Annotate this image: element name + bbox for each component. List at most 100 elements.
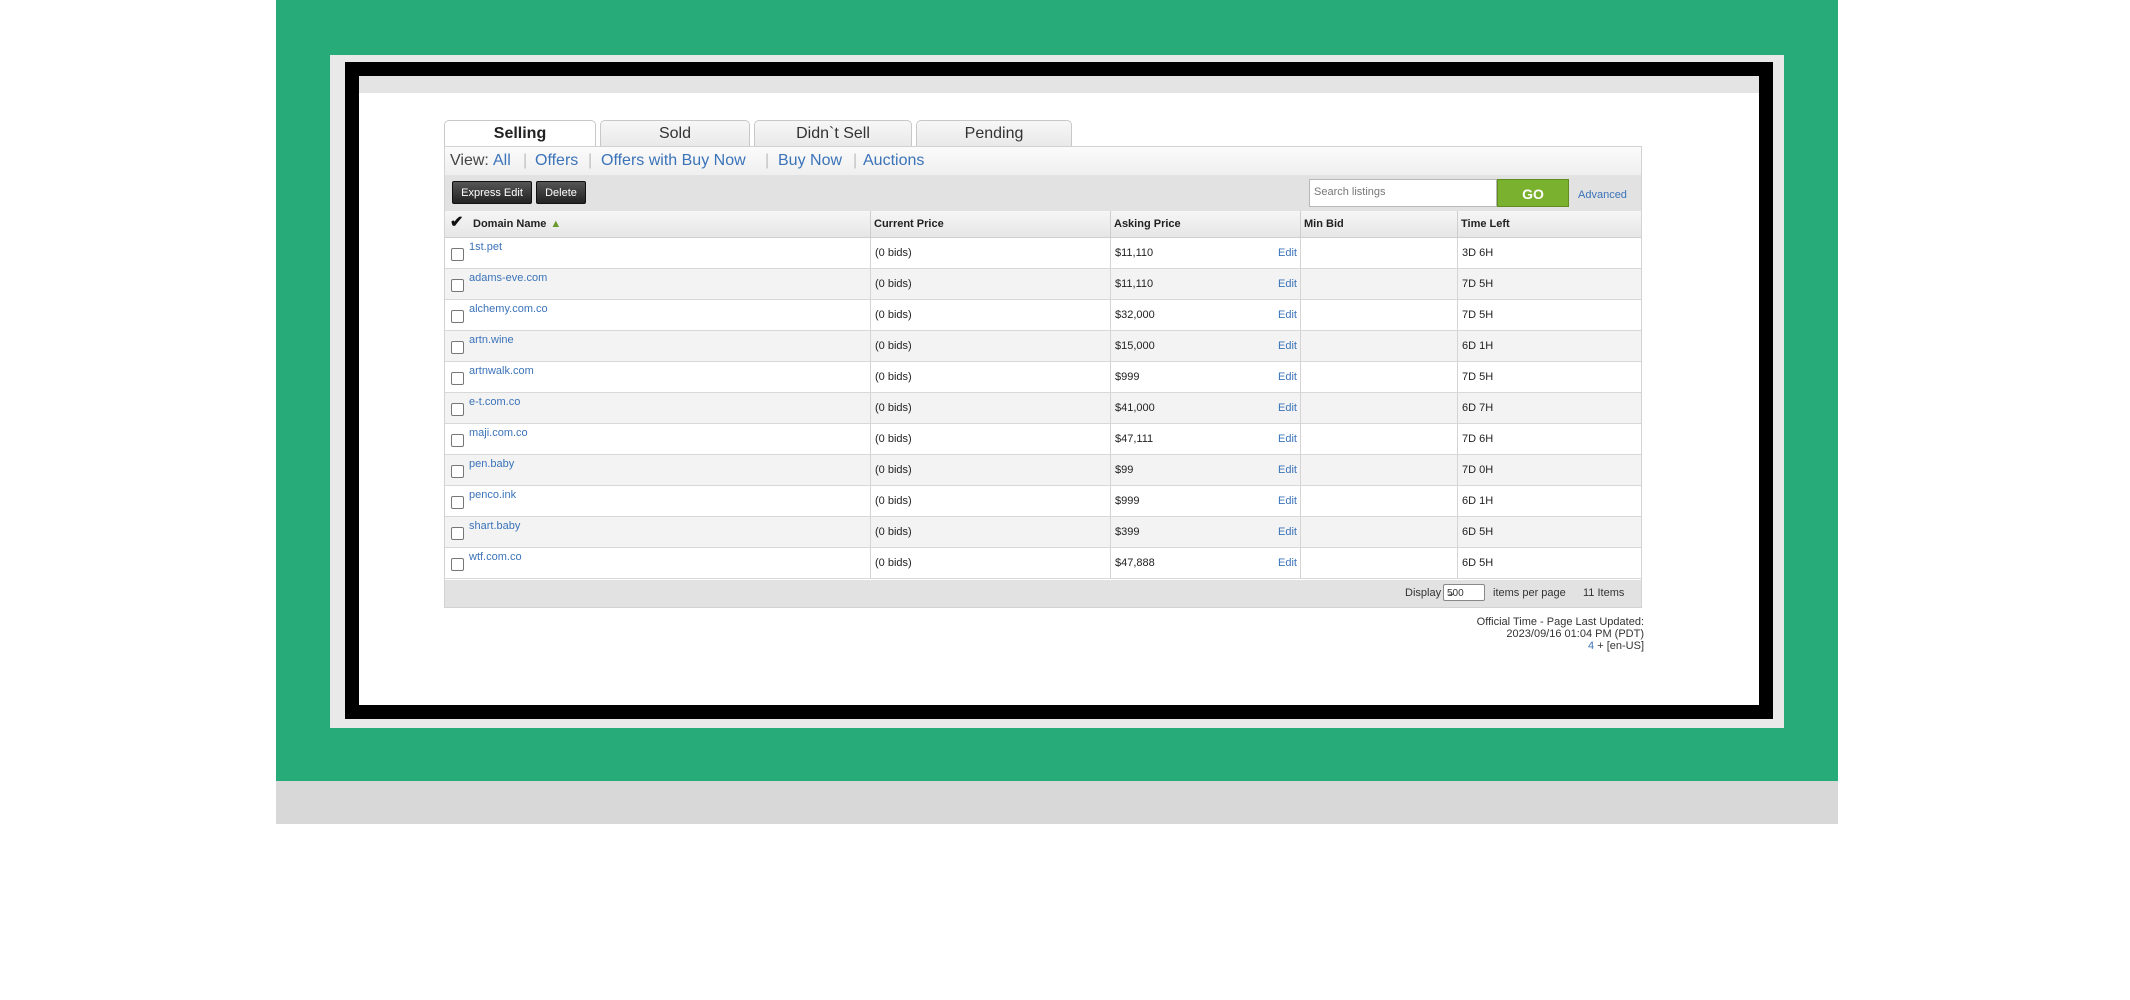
view-buy-now-link[interactable]: Buy Now <box>778 147 842 175</box>
asking-price: $999 <box>1115 371 1140 383</box>
table-row: penco.ink (0 bids) $999 Edit 6D 1H <box>445 486 1641 517</box>
time-left-cell: 6D 5H <box>1457 548 1641 578</box>
divider: | <box>765 152 770 169</box>
min-bid-cell <box>1300 238 1457 268</box>
row-checkbox[interactable] <box>451 403 464 416</box>
bids-text: (0 bids) <box>875 340 912 352</box>
gray-strip <box>276 781 1838 824</box>
view-all-link[interactable]: All <box>493 147 511 175</box>
domain-link[interactable]: shart.baby <box>469 511 520 541</box>
edit-link[interactable]: Edit <box>1278 300 1297 330</box>
time-left-cell: 7D 0H <box>1457 455 1641 485</box>
min-bid-cell <box>1300 331 1457 361</box>
edit-link[interactable]: Edit <box>1278 486 1297 516</box>
domain-link[interactable]: adams-eve.com <box>469 263 547 293</box>
asking-price-cell: $399 Edit <box>1110 517 1300 547</box>
bids-text: (0 bids) <box>875 402 912 414</box>
tab-selling[interactable]: Selling <box>444 120 596 148</box>
current-price-cell: (0 bids) <box>870 517 1110 547</box>
asking-price: $99 <box>1115 464 1134 476</box>
domain-link[interactable]: e-t.com.co <box>469 387 520 417</box>
table-row: shart.baby (0 bids) $399 Edit 6D 5H <box>445 517 1641 548</box>
official-time: Official Time - Page Last Updated: 2023/… <box>1344 616 1644 652</box>
edit-link[interactable]: Edit <box>1278 424 1297 454</box>
tab-sold[interactable]: Sold <box>600 120 750 146</box>
domain-link[interactable]: penco.ink <box>469 480 516 510</box>
table-row: e-t.com.co (0 bids) $41,000 Edit 6D 7H <box>445 393 1641 424</box>
asking-price: $32,000 <box>1115 309 1155 321</box>
time-left-cell: 6D 1H <box>1457 486 1641 516</box>
delete-button[interactable]: Delete <box>536 181 586 204</box>
row-checkbox[interactable] <box>451 558 464 571</box>
express-edit-button[interactable]: Express Edit <box>452 181 532 204</box>
edit-link[interactable]: Edit <box>1278 362 1297 392</box>
edit-link[interactable]: Edit <box>1278 517 1297 547</box>
col-current-price[interactable]: Current Price <box>870 211 1110 237</box>
actions-toolbar: Express Edit Delete Search listings GO A… <box>445 175 1641 211</box>
col-min-bid[interactable]: Min Bid <box>1300 211 1457 237</box>
col-time-left[interactable]: Time Left <box>1457 211 1641 237</box>
domain-link[interactable]: artnwalk.com <box>469 356 534 386</box>
asking-price-cell: $999 Edit <box>1110 362 1300 392</box>
table-header: ✔ Domain Name ▲ Current Price Asking Pric… <box>445 211 1641 238</box>
tab-pending[interactable]: Pending <box>916 120 1072 146</box>
asking-price: $11,110 <box>1115 278 1154 290</box>
current-price-cell: (0 bids) <box>870 238 1110 268</box>
divider: | <box>588 152 593 169</box>
asking-price-cell: $41,000 Edit <box>1110 393 1300 423</box>
row-checkbox[interactable] <box>451 248 464 261</box>
domain-link[interactable]: alchemy.com.co <box>469 294 548 324</box>
domain-link[interactable]: wtf.com.co <box>469 542 522 572</box>
table-row: artnwalk.com (0 bids) $999 Edit 7D 5H <box>445 362 1641 393</box>
current-price-cell: (0 bids) <box>870 486 1110 516</box>
select-all-check-icon[interactable]: ✔ <box>450 215 463 231</box>
row-checkbox[interactable] <box>451 496 464 509</box>
edit-link[interactable]: Edit <box>1278 331 1297 361</box>
time-left-cell: 7D 5H <box>1457 362 1641 392</box>
edit-link[interactable]: Edit <box>1278 269 1297 299</box>
col-domain-name[interactable]: ✔ Domain Name ▲ <box>445 211 870 237</box>
row-checkbox[interactable] <box>451 465 464 478</box>
tab-didnt-sell[interactable]: Didn`t Sell <box>754 120 912 146</box>
table-row: adams-eve.com (0 bids) $11,110 Edit 7D 5H <box>445 269 1641 300</box>
col-asking-price[interactable]: Asking Price <box>1110 211 1300 237</box>
go-button[interactable]: GO <box>1497 179 1569 207</box>
table-row: artn.wine (0 bids) $15,000 Edit 6D 1H <box>445 331 1641 362</box>
frame-top-bar <box>359 76 1759 93</box>
row-checkbox[interactable] <box>451 279 464 292</box>
asking-price-cell: $11,110 Edit <box>1110 238 1300 268</box>
domain-link[interactable]: maji.com.co <box>469 418 528 448</box>
domain-link[interactable]: 1st.pet <box>469 232 502 262</box>
domain-link[interactable]: artn.wine <box>469 325 514 355</box>
view-auctions-link[interactable]: Auctions <box>863 147 924 175</box>
time-left-cell: 7D 5H <box>1457 269 1641 299</box>
items-per-page-select[interactable]: 500 ⌄ <box>1443 584 1485 601</box>
edit-link[interactable]: Edit <box>1278 393 1297 423</box>
time-left-cell: 7D 5H <box>1457 300 1641 330</box>
chevron-down-icon: ⌄ <box>1447 588 1456 599</box>
current-price-cell: (0 bids) <box>870 548 1110 578</box>
row-checkbox[interactable] <box>451 527 464 540</box>
view-offers-link[interactable]: Offers <box>535 147 578 175</box>
edit-link[interactable]: Edit <box>1278 238 1297 268</box>
domain-link[interactable]: pen.baby <box>469 449 514 479</box>
time-left-cell: 7D 6H <box>1457 424 1641 454</box>
search-input[interactable]: Search listings <box>1309 179 1497 207</box>
view-label: View: <box>450 152 489 169</box>
col-domain-name-label: Domain Name <box>473 218 547 230</box>
asking-price: $11,110 <box>1115 247 1154 259</box>
current-price-cell: (0 bids) <box>870 331 1110 361</box>
locale-label: + [en-US] <box>1594 640 1644 652</box>
row-checkbox[interactable] <box>451 434 464 447</box>
advanced-search-link[interactable]: Advanced <box>1578 189 1627 201</box>
row-checkbox[interactable] <box>451 341 464 354</box>
edit-link[interactable]: Edit <box>1278 548 1297 578</box>
table-row: 1st.pet (0 bids) $11,110 Edit 3D 6H <box>445 238 1641 269</box>
row-checkbox[interactable] <box>451 310 464 323</box>
asking-price: $15,000 <box>1115 340 1155 352</box>
edit-link[interactable]: Edit <box>1278 455 1297 485</box>
row-checkbox[interactable] <box>451 372 464 385</box>
view-offers-buy-now-link[interactable]: Offers with Buy Now <box>601 147 746 175</box>
min-bid-cell <box>1300 362 1457 392</box>
bids-text: (0 bids) <box>875 371 912 383</box>
